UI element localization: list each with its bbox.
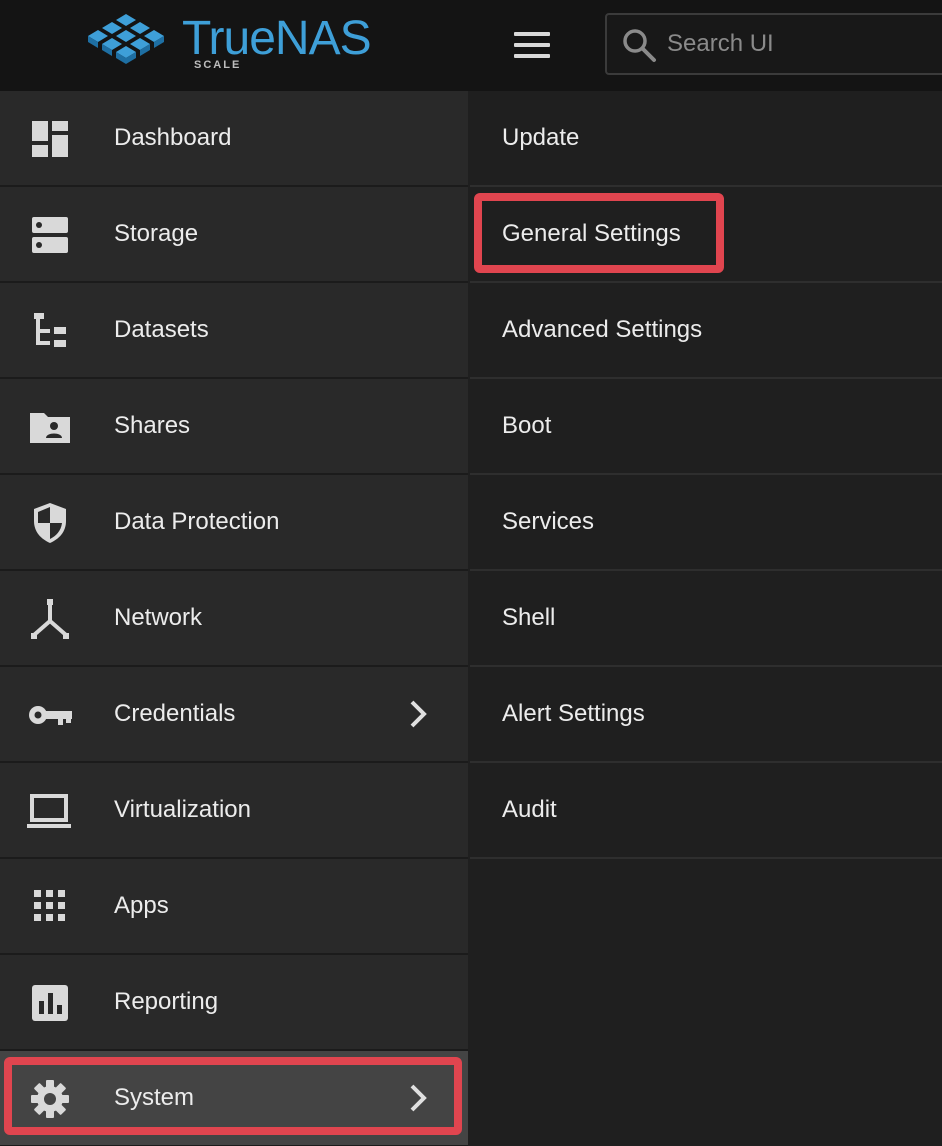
submenu-item-label: General Settings	[502, 220, 681, 247]
top-bar: TrueNAS SCALE	[0, 0, 942, 91]
sidebar-item-label: Network	[114, 604, 203, 631]
shield-icon	[34, 503, 66, 543]
gear-icon	[31, 1080, 69, 1118]
logo-subtitle: SCALE	[194, 59, 242, 71]
sidebar-item-datasets[interactable]: Datasets	[0, 283, 468, 379]
storage-icon	[32, 217, 68, 253]
highlight-box	[4, 1057, 462, 1135]
datasets-icon	[34, 313, 66, 347]
sidebar-item-label: Virtualization	[114, 796, 251, 823]
sidebar-item-label: Credentials	[114, 700, 236, 727]
sidebar-item-label: Datasets	[114, 316, 209, 343]
submenu-item-label: Boot	[502, 412, 552, 439]
chevron-right-icon	[410, 700, 427, 728]
bar-chart-icon	[32, 985, 68, 1021]
submenu-item-label: Advanced Settings	[502, 316, 703, 343]
sidebar-item-credentials[interactable]: Credentials	[0, 667, 468, 763]
search-box[interactable]	[605, 13, 942, 75]
shares-folder-icon	[30, 413, 70, 443]
submenu-item-general-settings[interactable]: General Settings	[470, 187, 942, 283]
submenu-item-label: Services	[502, 508, 595, 535]
dashboard-icon	[32, 121, 68, 157]
submenu-item-alert-settings[interactable]: Alert Settings	[470, 667, 942, 763]
submenu-item-update[interactable]: Update	[470, 91, 942, 187]
sidebar-item-apps[interactable]: Apps	[0, 859, 468, 955]
submenu-item-label: Update	[502, 124, 580, 151]
truenas-logo-icon	[88, 14, 164, 64]
key-icon	[29, 706, 72, 725]
sidebar-item-virtualization[interactable]: Virtualization	[0, 763, 468, 859]
submenu-item-label: Alert Settings	[502, 700, 645, 727]
hamburger-menu-button[interactable]	[510, 28, 554, 62]
truenas-logo[interactable]: TrueNAS SCALE	[84, 12, 384, 76]
submenu-item-boot[interactable]: Boot	[470, 379, 942, 475]
hamburger-menu-icon	[514, 32, 550, 36]
logo-text: TrueNAS	[182, 12, 372, 65]
submenu-item-services[interactable]: Services	[470, 475, 942, 571]
submenu-item-audit[interactable]: Audit	[470, 763, 942, 859]
sidebar: Dashboard Storage Datasets Shares Data P…	[0, 91, 468, 1146]
chevron-right-icon	[410, 1084, 427, 1112]
apps-grid-icon	[34, 890, 65, 921]
laptop-icon	[27, 794, 71, 828]
sidebar-item-label: Apps	[114, 892, 169, 919]
sidebar-item-storage[interactable]: Storage	[0, 187, 468, 283]
sidebar-item-label: Dashboard	[114, 124, 232, 151]
sidebar-item-data-protection[interactable]: Data Protection	[0, 475, 468, 571]
submenu-item-label: Audit	[502, 796, 557, 823]
sidebar-item-dashboard[interactable]: Dashboard	[0, 91, 468, 187]
sidebar-item-label: Data Protection	[114, 508, 280, 535]
sidebar-item-label: Shares	[114, 412, 191, 439]
network-icon	[31, 599, 69, 639]
submenu-item-shell[interactable]: Shell	[470, 571, 942, 667]
sidebar-item-shares[interactable]: Shares	[0, 379, 468, 475]
submenu-item-advanced-settings[interactable]: Advanced Settings	[470, 283, 942, 379]
sidebar-item-label: System	[114, 1084, 195, 1111]
search-input[interactable]	[667, 15, 942, 73]
sidebar-item-network[interactable]: Network	[0, 571, 468, 667]
system-submenu: Update General Settings Advanced Setting…	[470, 91, 942, 1146]
search-icon	[623, 29, 656, 62]
sidebar-item-label: Reporting	[114, 988, 219, 1015]
sidebar-item-label: Storage	[114, 220, 199, 247]
sidebar-item-reporting[interactable]: Reporting	[0, 955, 468, 1051]
sidebar-item-system[interactable]: System	[0, 1051, 468, 1146]
submenu-item-label: Shell	[502, 604, 556, 631]
